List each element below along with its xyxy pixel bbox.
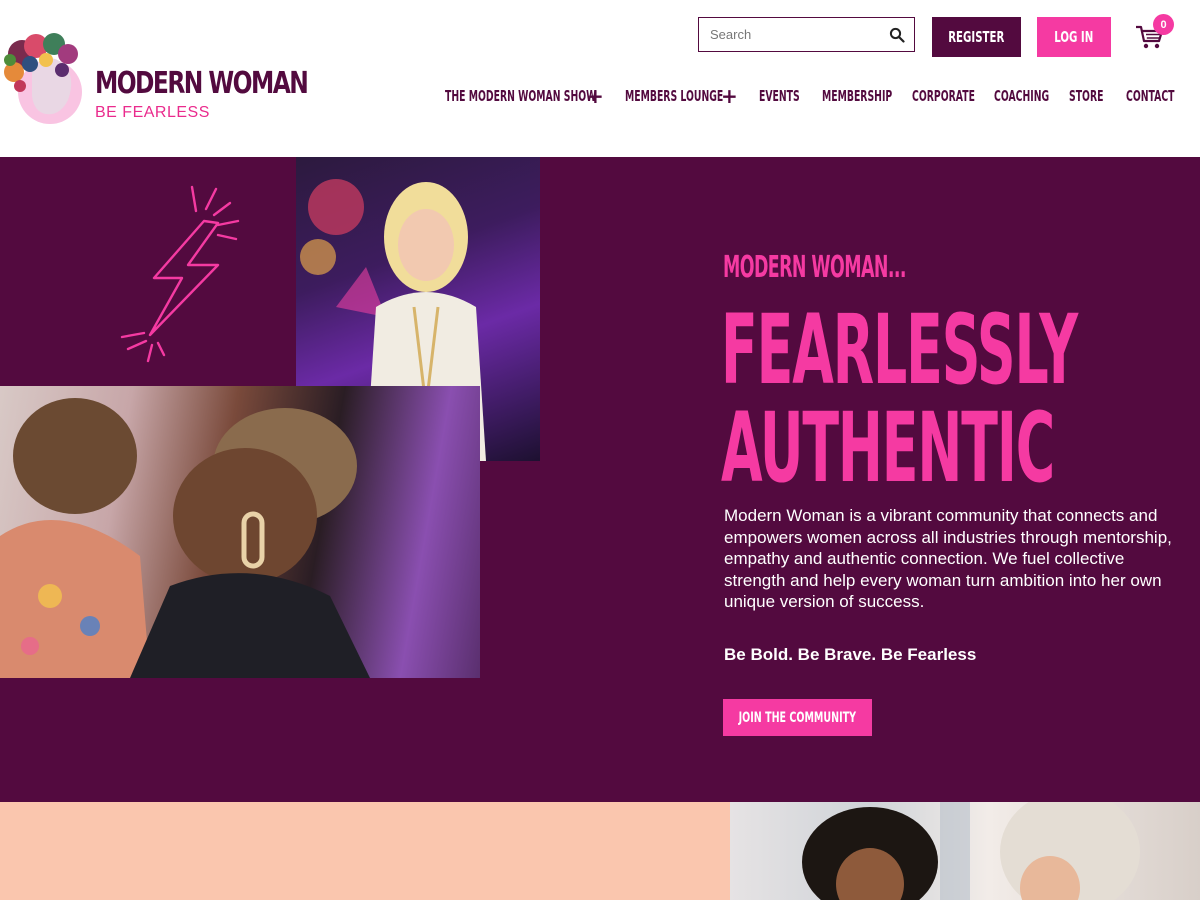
lightning-bolt-icon	[120, 185, 240, 363]
nav-item-label: STORE	[1069, 87, 1104, 105]
hero-description: Modern Woman is a vibrant community that…	[724, 506, 1172, 612]
logo-collage-art	[4, 33, 82, 124]
community-photo-art	[802, 802, 1140, 900]
community-photo-art	[0, 398, 370, 678]
hero-headline-line-1: FEARLESSLY	[721, 294, 1078, 406]
search-input[interactable]	[699, 18, 884, 51]
nav-item-store[interactable]: STORE	[1069, 84, 1125, 108]
site-logo[interactable]: MODERN WOMAN BE FEARLESS	[0, 30, 309, 130]
register-button[interactable]: REGISTER	[932, 17, 1021, 57]
brand-tagline: BE FEARLESS	[95, 104, 210, 121]
join-community-button-label: JOIN THE COMMUNITY	[738, 709, 857, 726]
hero-tagline: Be Bold. Be Brave. Be Fearless	[724, 645, 977, 664]
cart-count-badge: 0	[1153, 14, 1174, 35]
nav-item-label: EVENTS	[759, 87, 800, 105]
login-button-label: LOG IN	[1054, 28, 1094, 46]
plus-icon[interactable]: +	[721, 84, 738, 108]
nav-item-contact[interactable]: CONTACT	[1126, 84, 1200, 108]
nav-item-label: CONTACT	[1126, 87, 1175, 105]
register-button-label: REGISTER	[948, 28, 1005, 46]
brand-name: MODERN WOMAN	[95, 66, 309, 101]
community-photo	[730, 802, 1200, 900]
nav-item-events[interactable]: EVENTS	[759, 84, 825, 108]
plus-icon[interactable]: +	[587, 84, 604, 108]
hero-photo-community	[0, 386, 480, 678]
nav-item-label: THE MODERN WOMAN SHOW	[445, 87, 597, 105]
nav-item-label: MEMBERSHIP	[822, 87, 893, 105]
nav-item-label: COACHING	[994, 87, 1050, 105]
hero-headline-line-2: AUTHENTIC	[721, 392, 1055, 504]
search-box	[698, 17, 915, 52]
nav-item-label: CORPORATE	[912, 87, 975, 105]
site-header: MODERN WOMAN BE FEARLESS REGISTER LOG IN…	[0, 0, 1200, 157]
search-icon[interactable]	[889, 27, 905, 43]
login-button[interactable]: LOG IN	[1037, 17, 1111, 57]
hero-eyebrow: MODERN WOMAN...	[723, 250, 906, 285]
nav-item-label: MEMBERS LOUNGE	[625, 87, 724, 105]
join-community-button[interactable]: JOIN THE COMMUNITY	[723, 699, 872, 736]
